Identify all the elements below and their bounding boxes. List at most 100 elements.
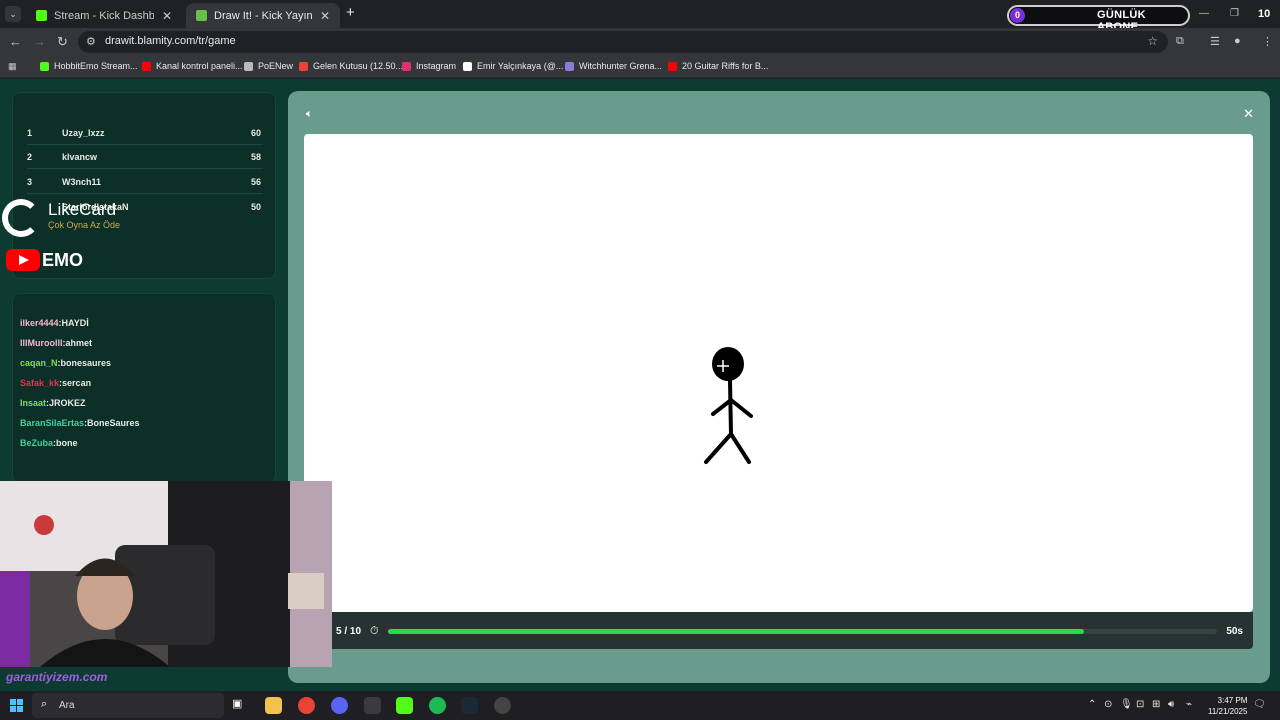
tab-title: Draw It! - Kick Yayınları İçin Çizi [214, 9, 312, 22]
reload-icon[interactable]: ↻ [57, 34, 68, 50]
chat-text: BoneSaures [87, 418, 140, 428]
chat-user: BaranSilaErtas [20, 418, 85, 428]
forward-icon[interactable]: → [33, 34, 46, 49]
drawing-body [728, 379, 733, 436]
maximize-icon[interactable]: ❐ [1230, 8, 1239, 19]
bookmark-label: Gelen Kutusu (12.50... [313, 61, 404, 71]
tab-draw-it[interactable]: Draw It! - Kick Yayınları İçin Çizi ✕ [186, 3, 340, 28]
back-icon[interactable]: ← [9, 34, 22, 49]
steam-icon[interactable] [461, 697, 478, 714]
rank: 3 [27, 177, 33, 187]
bookmark-item[interactable]: Emir Yalçınkaya (@... [463, 61, 563, 71]
player-score: 58 [250, 152, 261, 162]
chrome-icon[interactable] [298, 697, 315, 714]
profile-avatar-icon[interactable]: ● [1234, 35, 1241, 47]
stick-figure-drawing [704, 347, 753, 464]
discord-icon[interactable] [331, 697, 348, 714]
rank: 2 [27, 152, 33, 162]
chat-text: bone [56, 438, 78, 448]
time-progress-track [388, 629, 1217, 634]
tray-cpu-icon[interactable]: ⊞ [1152, 699, 1160, 710]
microphone-icon[interactable]: 🎙︎ [1120, 699, 1133, 710]
bookmarks-bar: ▦ HobbitEmo Stream... Kanal kontrol pane… [0, 56, 1280, 78]
chat-panel: ilker4444:HAYDİ lllMuroolll:ahmet caqan_… [12, 293, 276, 483]
game-panel: 🔈︎ ✕ 5 / 10 ⏱ 50s [288, 91, 1270, 683]
chat-message: ilker4444:HAYDİ [20, 318, 89, 328]
extensions-icon[interactable]: ⧉ [1176, 35, 1184, 48]
youtube-overlay: EMO [6, 249, 106, 271]
task-view-icon[interactable]: ▣ [232, 697, 249, 714]
garanti-watermark: garantiyizem.com [6, 670, 108, 684]
bookmark-item[interactable]: Gelen Kutusu (12.50... [299, 61, 403, 71]
time-remaining: 50s [1226, 626, 1243, 637]
tray-display-icon[interactable]: ⊡ [1136, 699, 1144, 710]
search-icon: ⌕ [41, 698, 48, 710]
bookmark-label: Emir Yalçınkaya (@... [477, 61, 564, 71]
chat-message: Insaat:JROKEZ [20, 398, 86, 408]
browser-tab-bar: ⌄ Stream - Kick Dashboard ✕ Draw It! - K… [0, 0, 1280, 33]
tray-chevron-up-icon[interactable]: ⌃ [1088, 699, 1096, 710]
tray-app-icon[interactable]: ⊙ [1104, 699, 1112, 710]
spotify-icon[interactable] [429, 697, 446, 714]
bookmark-item[interactable]: Witchhunter Grena... [565, 61, 662, 71]
bookmark-item[interactable]: HobbitEmo Stream... [40, 61, 138, 71]
stopwatch-icon: ⏱ [370, 625, 379, 637]
youtube-channel-name: EMO [42, 250, 84, 270]
network-icon[interactable]: ⌁ [1186, 699, 1192, 710]
clock-time: 3:47 PM [1217, 696, 1248, 705]
windows-taskbar: ⌕ Ara ▣ ⌃ ⊙ 🎙︎ ⊡ ⊞ 🔊︎ ⌁ 3:47 PM 11/21/20… [0, 691, 1280, 720]
webcam-overlay [0, 481, 332, 667]
xbox-icon[interactable] [364, 697, 381, 714]
speaker-icon[interactable]: 🔈︎ [306, 108, 313, 121]
tab-kick-dashboard[interactable]: Stream - Kick Dashboard ✕ [26, 3, 182, 28]
windows-start-icon[interactable] [10, 699, 23, 712]
bookmark-item[interactable]: Instagram [402, 61, 456, 71]
bookmark-item[interactable]: Kanal kontrol paneli... [142, 61, 243, 71]
youtube-play-icon [6, 249, 40, 271]
taskbar-search[interactable]: ⌕ Ara [32, 693, 224, 718]
minimize-icon[interactable]: — [1199, 8, 1209, 19]
url-text[interactable]: drawit.blamity.com/tr/game [105, 35, 236, 47]
kick-icon[interactable] [396, 697, 413, 714]
file-explorer-icon[interactable] [265, 697, 282, 714]
taskbar-clock[interactable]: 3:47 PM 11/21/2025 [1208, 695, 1247, 717]
chat-user: ilker4444 [20, 318, 59, 328]
daily-subscriber-widget: 0 GÜNLÜK ABONE [1007, 5, 1190, 33]
rank: 1 [27, 128, 33, 138]
leaderboard-row: 2 klvancw 58 [27, 145, 263, 169]
site-info-icon[interactable]: ⚙ [86, 35, 96, 48]
bookmark-label: Kanal kontrol paneli... [156, 61, 243, 71]
chat-user: lllMuroolll [20, 338, 63, 348]
tab-title: Stream - Kick Dashboard [54, 9, 154, 22]
player-name: klvancw [62, 152, 98, 162]
drawing-left-leg [704, 432, 733, 464]
notifications-icon[interactable]: 🗨︎ [1253, 699, 1266, 710]
webcam-feed-image [0, 481, 332, 667]
new-tab-icon[interactable]: + [346, 5, 355, 20]
chat-user: Insaat [20, 398, 47, 408]
chat-text: sercan [62, 378, 92, 388]
bookmark-label: Instagram [416, 61, 457, 71]
bookmark-label: HobbitEmo Stream... [54, 61, 138, 71]
apps-grid-icon[interactable]: ▦ [8, 61, 17, 72]
chat-message: caqan_N:bonesaures [20, 358, 112, 368]
chat-text: ahmet [65, 338, 93, 348]
drawing-canvas[interactable] [304, 134, 1253, 612]
likecard-sponsor-overlay: LikeCard Çok Oyna Az Öde [2, 197, 142, 237]
reading-list-icon[interactable]: ☰ [1210, 35, 1220, 48]
close-tab-icon[interactable]: ✕ [320, 9, 330, 23]
bookmark-item[interactable]: 20 Guitar Riffs for B... [668, 61, 768, 71]
close-icon[interactable]: ✕ [1243, 106, 1254, 122]
volume-icon[interactable]: 🔊︎ [1168, 699, 1174, 710]
tab-search-icon[interactable]: ⌄ [5, 6, 21, 22]
bookmark-star-icon[interactable]: ☆ [1147, 34, 1158, 48]
player-name: Uzay_lxzz [62, 128, 105, 138]
address-bar[interactable]: ⚙ drawit.blamity.com/tr/game ☆ [78, 31, 1168, 53]
obs-icon[interactable] [494, 697, 511, 714]
chat-message: Safak_kk:sercan [20, 378, 92, 388]
bookmark-item[interactable]: PoENew [244, 61, 293, 71]
menu-icon[interactable]: ⋮ [1262, 35, 1273, 48]
chat-user: caqan_N [20, 358, 58, 368]
close-tab-icon[interactable]: ✕ [162, 9, 172, 23]
time-progress-fill [388, 629, 1085, 634]
